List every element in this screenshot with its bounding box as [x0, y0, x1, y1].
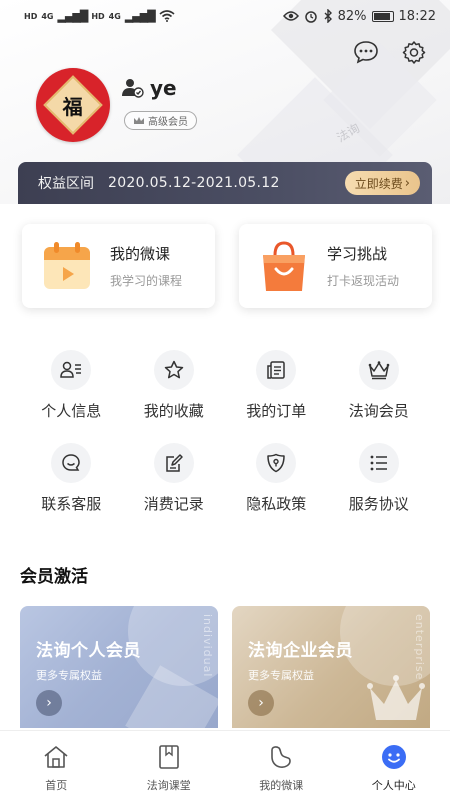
grid-item-favorites[interactable]: 我的收藏	[123, 350, 226, 421]
grid-label-privacy-policy: 隐私政策	[246, 495, 307, 513]
tab-personal-center[interactable]: 个人中心	[338, 731, 450, 800]
my-courses-title: 我的微课	[110, 245, 171, 263]
grid-item-customer-service[interactable]: 联系客服	[20, 443, 123, 514]
personal-membership-card[interactable]: individual 法询个人会员 更多专属权益 ›	[20, 606, 218, 728]
battery-fill	[373, 12, 390, 20]
micro-course-icon	[267, 743, 295, 771]
grid-item-service-agreement[interactable]: 服务协议	[328, 443, 431, 514]
grid-label-membership: 法询会员	[348, 402, 409, 420]
wifi-icon	[159, 10, 175, 22]
username-row: ye	[122, 76, 177, 100]
clock: 18:22	[398, 8, 436, 24]
membership-section-title: 会员激活	[20, 567, 88, 587]
hd-label-2: HD	[91, 11, 105, 21]
status-right: 82% 18:22	[282, 8, 436, 24]
tab-label-personal-center: 个人中心	[371, 779, 416, 792]
tab-home[interactable]: 首页	[0, 731, 113, 800]
tab-classroom[interactable]: 法询课堂	[113, 731, 226, 800]
study-challenge-card[interactable]: 学习挑战 打卡返现活动	[239, 224, 432, 308]
battery-percent: 82%	[337, 8, 367, 24]
member-level-text: 高级会员	[148, 117, 188, 128]
calendar-play-icon	[40, 239, 94, 293]
list-icon	[358, 443, 399, 483]
alarm-icon	[304, 11, 317, 23]
star-icon	[153, 350, 194, 390]
personal-card-subtitle: 更多专属权益	[36, 669, 102, 682]
user-info-icon	[51, 350, 92, 390]
crown-small-icon	[134, 117, 144, 124]
chat-icon	[51, 443, 92, 483]
fu-emblem: 福	[43, 75, 103, 135]
shield-icon	[256, 443, 297, 483]
arrow-right-icon: ›	[46, 695, 52, 711]
battery-icon	[371, 10, 394, 22]
grid-label-spending-records: 消费记录	[143, 495, 204, 513]
enterprise-card-subtitle: 更多专属权益	[248, 669, 314, 682]
grid-item-orders[interactable]: 我的订单	[225, 350, 328, 421]
chat-bubble-icon	[354, 41, 378, 64]
tab-label-home: 首页	[45, 779, 68, 792]
my-courses-text: 我的微课 我学习的课程	[110, 243, 182, 289]
book-icon	[155, 743, 183, 771]
renew-label: 立即续费	[354, 176, 403, 191]
personal-card-arrow-button[interactable]: ›	[36, 690, 62, 716]
network-label-2: 4G	[108, 11, 121, 21]
smiley-icon	[380, 743, 408, 771]
privilege-range: 2020.05.12-2021.05.12	[108, 175, 280, 191]
grid-label-customer-service: 联系客服	[41, 495, 102, 513]
renew-button[interactable]: 立即续费 ›	[344, 171, 420, 195]
enterprise-membership-card[interactable]: enterprise 法询企业会员 更多专属权益 ›	[232, 606, 430, 728]
status-bar: HD 4G ▂▄▆█ HD 4G ▂▄▆█ 82% 18:22	[0, 0, 450, 32]
tab-label-micro-courses: 我的微课	[259, 779, 304, 792]
chevron-right-icon: ›	[404, 175, 410, 191]
verified-user-icon	[122, 79, 144, 98]
membership-cards: individual 法询个人会员 更多专属权益 › enterprise 法询…	[20, 606, 432, 728]
grid-item-spending-records[interactable]: 消费记录	[123, 443, 226, 514]
grid-label-favorites: 我的收藏	[143, 402, 204, 420]
my-courses-subtitle: 我学习的课程	[110, 274, 183, 288]
grid-item-membership[interactable]: 法询会员	[328, 350, 431, 421]
hd-label-1: HD	[24, 11, 38, 21]
edit-record-icon	[153, 443, 194, 483]
privilege-bar: 权益区间 2020.05.12-2021.05.12 立即续费 ›	[18, 162, 432, 204]
gear-icon	[402, 41, 426, 64]
bottom-tab-bar: 首页 法询课堂 我的微课 个人中心	[0, 730, 450, 800]
grid-item-personal-info[interactable]: 个人信息	[20, 350, 123, 421]
grid-label-orders: 我的订单	[246, 402, 307, 420]
main-content: 我的微课 我学习的课程 学习挑战 打卡返现活动 个人信息 我的收藏 我的订单 法…	[0, 204, 450, 730]
eye-icon	[282, 11, 299, 21]
course-cards: 我的微课 我学习的课程 学习挑战 打卡返现活动	[22, 224, 432, 308]
message-button[interactable]	[352, 38, 380, 66]
my-courses-card[interactable]: 我的微课 我学习的课程	[22, 224, 215, 308]
grid-label-personal-info: 个人信息	[41, 402, 102, 420]
signal-icon-2: ▂▄▆█	[124, 9, 156, 23]
privilege-label: 权益区间	[38, 176, 94, 192]
study-challenge-subtitle: 打卡返现活动	[327, 274, 400, 288]
tab-label-classroom: 法询课堂	[146, 779, 191, 792]
tab-micro-courses[interactable]: 我的微课	[225, 731, 338, 800]
study-challenge-title: 学习挑战	[327, 245, 388, 263]
grid-item-privacy-policy[interactable]: 隐私政策	[225, 443, 328, 514]
signal-indicators: HD 4G ▂▄▆█ HD 4G ▂▄▆█	[24, 10, 175, 23]
member-level-badge: 高级会员	[124, 111, 197, 130]
network-label-1: 4G	[41, 11, 54, 21]
study-challenge-text: 学习挑战 打卡返现活动	[327, 243, 399, 289]
signal-icon: ▂▄▆█	[57, 9, 88, 23]
avatar[interactable]: 福	[36, 68, 110, 142]
shopping-bag-icon	[257, 239, 311, 293]
order-icon	[256, 350, 297, 390]
avatar-char: 福	[63, 94, 83, 119]
header-actions	[352, 38, 428, 66]
crown-icon	[358, 350, 399, 390]
bluetooth-icon	[324, 9, 332, 23]
function-grid: 个人信息 我的收藏 我的订单 法询会员 联系客服 消费记录 隐私政策 服务协议	[20, 350, 430, 514]
arrow-right-icon: ›	[258, 695, 264, 711]
enterprise-card-arrow-button[interactable]: ›	[248, 690, 274, 716]
username: ye	[150, 76, 177, 100]
home-icon	[42, 743, 70, 771]
settings-button[interactable]	[400, 38, 428, 66]
grid-label-service-agreement: 服务协议	[348, 495, 409, 513]
